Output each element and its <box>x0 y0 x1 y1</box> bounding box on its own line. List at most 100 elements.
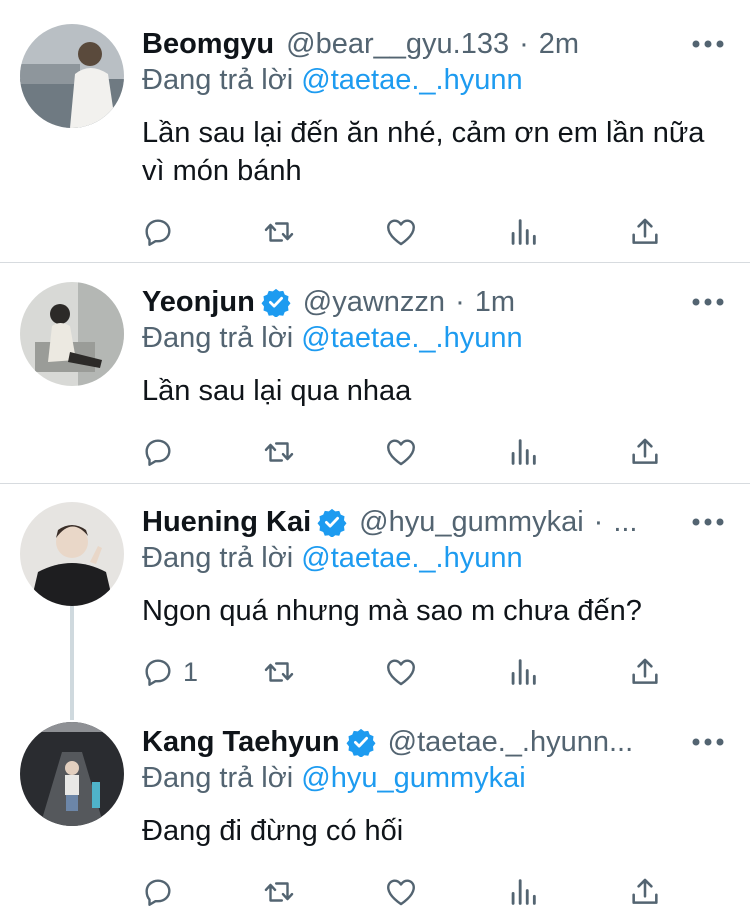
verified-badge <box>261 287 291 317</box>
tweet-beomgyu[interactable]: Beomgyu @bear__gyu.133 · 2m Đang trả lời… <box>0 24 750 260</box>
separator-dot: · <box>455 285 465 318</box>
share-button[interactable] <box>628 212 662 252</box>
views-icon <box>511 879 536 905</box>
avatar-image <box>20 24 124 128</box>
retweet-icon <box>264 662 294 682</box>
tweet-text: Ngon quá nhưng mà sao m chưa đến? <box>142 595 642 627</box>
retweet-icon <box>264 882 294 902</box>
reply-icon <box>145 439 171 466</box>
separator-dot: · <box>593 505 604 538</box>
user-handle[interactable]: @taetae._.hyunn... <box>388 726 634 759</box>
replying-to: Đang trả lời @taetae._.hyunn <box>142 322 523 355</box>
tweet-actions <box>0 432 750 472</box>
share-icon <box>632 438 658 464</box>
avatar-image <box>20 282 124 386</box>
share-button[interactable] <box>628 432 662 472</box>
reply-icon <box>145 659 171 686</box>
reply-button[interactable] <box>141 872 183 912</box>
share-icon <box>632 218 658 244</box>
reply-icon <box>145 219 171 246</box>
like-icon <box>387 879 415 906</box>
share-icon <box>632 878 658 904</box>
like-button[interactable] <box>384 432 418 472</box>
views-button[interactable] <box>506 652 540 692</box>
tweet-huening-kai[interactable]: Huening Kai @hyu_gummykai · ... Đang trả… <box>0 502 750 702</box>
views-icon <box>511 659 536 685</box>
avatar[interactable] <box>20 722 124 826</box>
more-options-button[interactable] <box>688 286 728 318</box>
tweet-header: Yeonjun @yawnzzn · 1m <box>142 282 662 322</box>
retweet-button[interactable] <box>262 872 296 912</box>
tweet-yeonjun[interactable]: Yeonjun @yawnzzn · 1m Đang trả lời @taet… <box>0 282 750 482</box>
replying-to: Đang trả lời @hyu_gummykai <box>142 762 526 795</box>
user-handle[interactable]: @hyu_gummykai <box>359 506 583 539</box>
like-icon <box>387 219 415 246</box>
tweet-text: Lần sau lại qua nhaa <box>142 375 412 407</box>
user-handle[interactable]: @bear__gyu.133 <box>286 28 509 61</box>
reply-button[interactable] <box>141 432 183 472</box>
like-icon <box>387 439 415 466</box>
tweet-header: Kang Taehyun @taetae._.hyunn... <box>142 722 662 762</box>
divider <box>0 262 750 263</box>
tweet-header: Beomgyu @bear__gyu.133 · 2m <box>142 24 662 64</box>
replying-to: Đang trả lời @taetae._.hyunn <box>142 64 523 97</box>
display-name[interactable]: Yeonjun <box>142 286 255 319</box>
retweet-button[interactable] <box>262 652 296 692</box>
user-handle[interactable]: @yawnzzn <box>303 286 445 319</box>
avatar[interactable] <box>20 24 124 128</box>
tweet-kang-taehyun[interactable]: Kang Taehyun @taetae._.hyunn... Đang trả… <box>0 722 750 919</box>
display-name[interactable]: Kang Taehyun <box>142 726 340 759</box>
share-icon <box>632 658 658 684</box>
replying-to: Đang trả lời @taetae._.hyunn <box>142 542 523 575</box>
reply-button[interactable]: 1 <box>141 652 198 692</box>
reply-mention-link[interactable]: @hyu_gummykai <box>301 762 525 794</box>
reply-button[interactable] <box>141 212 183 252</box>
retweet-button[interactable] <box>262 212 296 252</box>
more-icon <box>692 518 724 526</box>
more-options-button[interactable] <box>688 726 728 758</box>
tweet-actions <box>0 872 750 912</box>
avatar[interactable] <box>20 282 124 386</box>
tweet-text: Đang đi đừng có hối <box>142 815 404 847</box>
display-name[interactable]: Beomgyu <box>142 28 274 61</box>
avatar-image <box>20 502 124 606</box>
separator-dot: · <box>519 27 529 60</box>
tweet-header: Huening Kai @hyu_gummykai · ... <box>142 502 662 542</box>
retweet-icon <box>264 442 294 462</box>
more-icon <box>692 40 724 48</box>
timestamp[interactable]: ... <box>613 506 637 539</box>
more-options-button[interactable] <box>688 506 728 538</box>
like-button[interactable] <box>384 652 418 692</box>
reply-mention-link[interactable]: @taetae._.hyunn <box>301 64 522 96</box>
timestamp[interactable]: 1m <box>475 286 515 319</box>
verified-badge-icon <box>261 288 291 317</box>
reply-count: 1 <box>183 656 199 687</box>
divider <box>0 483 750 484</box>
avatar[interactable] <box>20 502 124 606</box>
views-icon <box>511 439 536 465</box>
like-button[interactable] <box>384 872 418 912</box>
verified-badge-icon <box>317 508 347 537</box>
reply-mention-link[interactable]: @taetae._.hyunn <box>301 322 522 354</box>
replying-label: Đang trả lời <box>142 64 294 96</box>
like-icon <box>387 659 415 686</box>
replying-label: Đang trả lời <box>142 542 294 574</box>
share-button[interactable] <box>628 652 662 692</box>
reply-feed: Beomgyu @bear__gyu.133 · 2m Đang trả lời… <box>0 0 750 919</box>
views-button[interactable] <box>506 432 540 472</box>
avatar-image <box>20 722 124 826</box>
views-button[interactable] <box>506 212 540 252</box>
tweet-actions <box>0 212 750 252</box>
like-button[interactable] <box>384 212 418 252</box>
timestamp[interactable]: 2m <box>539 28 579 61</box>
views-icon <box>511 219 536 245</box>
share-button[interactable] <box>628 872 662 912</box>
retweet-button[interactable] <box>262 432 296 472</box>
replying-label: Đang trả lời <box>142 762 294 794</box>
verified-badge-icon <box>346 728 376 757</box>
display-name[interactable]: Huening Kai <box>142 506 311 539</box>
reply-mention-link[interactable]: @taetae._.hyunn <box>301 542 522 574</box>
views-button[interactable] <box>506 872 540 912</box>
verified-badge <box>346 727 376 757</box>
more-options-button[interactable] <box>688 28 728 60</box>
